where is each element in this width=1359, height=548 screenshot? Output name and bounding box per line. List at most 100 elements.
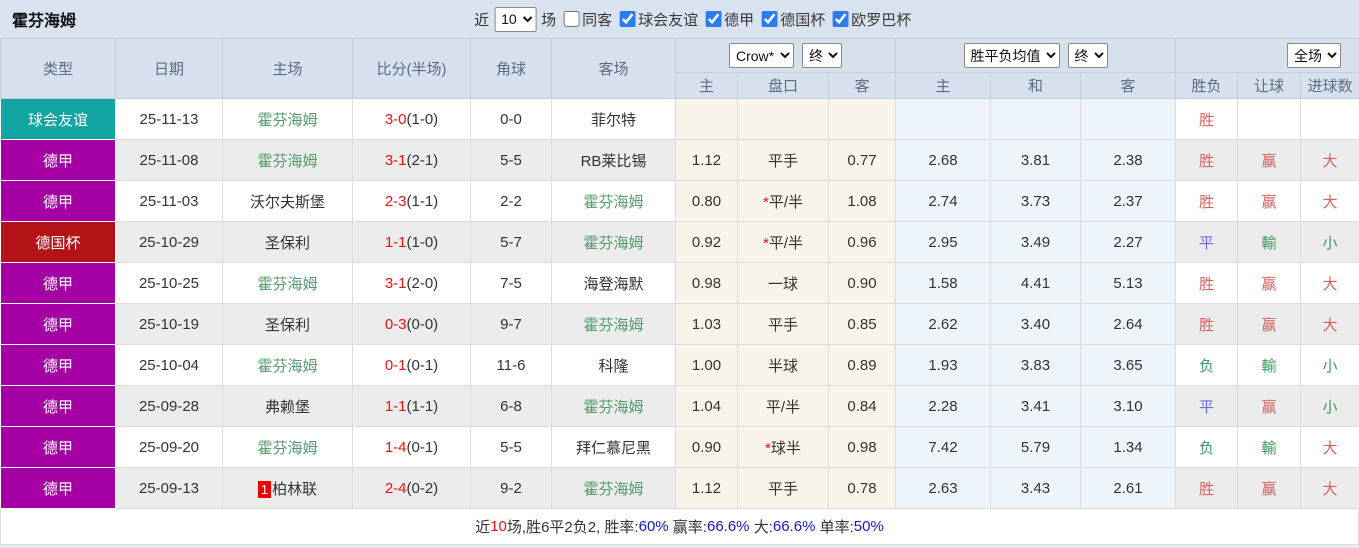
same-venue-checkbox[interactable] <box>563 11 580 27</box>
competition-dfbpokal-checkbox[interactable] <box>761 11 778 27</box>
summary-segment: 大: <box>749 519 773 536</box>
match-date: 25-09-13 <box>115 467 223 509</box>
result-goals: 大 <box>1300 139 1359 181</box>
home-team[interactable]: 弗赖堡 <box>222 385 353 427</box>
avg-state-select[interactable]: 终 <box>1067 43 1108 68</box>
result-wdl: 胜 <box>1175 262 1239 304</box>
competition-europa-checkbox[interactable] <box>832 11 849 27</box>
odds-home: 0.80 <box>675 180 738 222</box>
avg-away: 2.37 <box>1079 180 1177 222</box>
away-team[interactable]: 海登海默 <box>551 262 676 304</box>
col-header-corner: 角球 <box>470 38 552 99</box>
team-title: 霍芬海姆 <box>12 13 77 30</box>
table-row: 德甲 25-11-03 沃尔夫斯堡 2-3(1-1) 2-2 霍芬海姆 0.80 *平/半 1.… <box>0 180 1359 222</box>
subheader-goals: 进球数 <box>1300 72 1359 99</box>
home-team[interactable]: 沃尔夫斯堡 <box>222 180 353 222</box>
avg-type-select[interactable]: 胜平负均值 <box>963 43 1060 68</box>
summary-segment: 50% <box>853 518 884 535</box>
avg-home: 1.58 <box>895 262 991 304</box>
away-team[interactable]: 霍芬海姆 <box>551 303 676 345</box>
avg-draw: 3.83 <box>990 344 1081 386</box>
score: 2-3(1-1) <box>352 180 471 222</box>
table-row: 德甲 25-10-19 圣保利 0-3(0-0) 9-7 霍芬海姆 1.03 平手 0.85 2.… <box>0 303 1359 345</box>
odds-away: 0.90 <box>828 262 896 304</box>
home-team[interactable]: 霍芬海姆 <box>222 98 353 140</box>
away-team[interactable]: 霍芬海姆 <box>551 385 676 427</box>
result-goals: 小 <box>1300 221 1359 263</box>
result-wdl: 负 <box>1175 344 1239 386</box>
score: 3-0(1-0) <box>352 98 471 140</box>
home-team[interactable]: 圣保利 <box>222 303 353 345</box>
away-team[interactable]: 拜仁慕尼黑 <box>551 426 676 468</box>
result-handicap: 赢 <box>1237 385 1302 427</box>
score: 1-1(1-0) <box>352 221 471 263</box>
recent-count-select[interactable]: 10 <box>494 6 537 32</box>
match-history-table: 类型 日期 主场 比分(半场) 角球 客场 Crow* 终 胜平负均值 终 全场… <box>0 38 1359 509</box>
score: 1-4(0-1) <box>352 426 471 468</box>
match-type-cell: 德甲 <box>0 426 116 468</box>
summary-footer: 近 10 场,胜6平2负2, 胜率: 60% 赢率: 66.6% 大: 66.6% 单率:… <box>0 509 1359 545</box>
result-goals: 大 <box>1300 180 1359 222</box>
scope-select[interactable]: 全场 <box>1287 43 1342 68</box>
match-date: 25-09-28 <box>115 385 223 427</box>
match-date: 25-11-08 <box>115 139 223 181</box>
result-handicap: 輸 <box>1237 221 1302 263</box>
match-type-cell: 球会友谊 <box>0 98 116 140</box>
odds-company-state-select[interactable]: 终 <box>802 43 842 68</box>
subheader-avg-home: 主 <box>895 72 991 99</box>
odds-handicap: 平手 <box>737 139 829 181</box>
col-header-home: 主场 <box>222 38 353 99</box>
result-goals: 小 <box>1300 344 1359 386</box>
odds-away: 0.77 <box>828 139 896 181</box>
match-date: 25-10-04 <box>115 344 223 386</box>
home-team[interactable]: 霍芬海姆 <box>222 262 353 304</box>
odds-home: 1.03 <box>675 303 738 345</box>
away-team[interactable]: 霍芬海姆 <box>551 467 676 509</box>
away-team[interactable]: 霍芬海姆 <box>551 221 676 263</box>
corners: 2-2 <box>470 180 552 222</box>
avg-away: 3.10 <box>1079 385 1177 427</box>
home-team[interactable]: 圣保利 <box>222 221 353 263</box>
home-team[interactable]: 霍芬海姆 <box>222 344 353 386</box>
table-row: 德甲 25-09-13 1 柏林联 2-4(0-2) 9-2 霍芬海姆 1.12 平手 0.78 2… <box>0 467 1359 509</box>
away-team[interactable]: RB莱比锡 <box>551 139 676 181</box>
avg-away: 2.64 <box>1079 303 1177 345</box>
col-header-away: 客场 <box>551 38 676 99</box>
away-team[interactable]: 菲尔特 <box>551 98 676 140</box>
match-type-cell: 德甲 <box>0 385 116 427</box>
summary-segment: 66.6% <box>772 518 816 535</box>
top-bar: 霍芬海姆 近 10 场 同客 球会友谊 德甲 德国杯 欧罗巴杯 <box>0 0 1359 38</box>
match-date: 25-10-19 <box>115 303 223 345</box>
competition-friendly-label: 球会友谊 <box>638 11 699 29</box>
result-wdl: 胜 <box>1175 467 1239 509</box>
match-type-cell: 德甲 <box>0 180 116 222</box>
competition-europa-label: 欧罗巴杯 <box>851 11 912 29</box>
odds-home: 1.00 <box>675 344 738 386</box>
score: 2-4(0-2) <box>352 467 471 509</box>
avg-draw: 4.41 <box>990 262 1081 304</box>
odds-home: 0.92 <box>675 221 738 263</box>
odds-company-select[interactable]: Crow* <box>729 43 794 68</box>
home-team[interactable]: 1 柏林联 <box>222 467 353 509</box>
result-wdl: 平 <box>1175 385 1239 427</box>
competition-bundesliga-checkbox[interactable] <box>705 11 722 27</box>
match-date: 25-10-25 <box>115 262 223 304</box>
corners: 5-5 <box>470 426 552 468</box>
home-team[interactable]: 霍芬海姆 <box>222 139 353 181</box>
away-team[interactable]: 科隆 <box>551 344 676 386</box>
result-handicap <box>1237 98 1302 140</box>
match-type-cell: 德国杯 <box>0 221 116 263</box>
avg-draw: 3.81 <box>990 139 1081 181</box>
avg-home: 1.93 <box>895 344 991 386</box>
odds-home <box>675 98 738 140</box>
result-wdl: 胜 <box>1175 303 1239 345</box>
competition-friendly-checkbox[interactable] <box>619 11 636 27</box>
table-row: 德国杯 25-10-29 圣保利 1-1(1-0) 5-7 霍芬海姆 0.92 *平/半 0.9… <box>0 221 1359 263</box>
avg-home <box>895 98 991 140</box>
corners: 5-5 <box>470 139 552 181</box>
subheader-avg-draw: 和 <box>990 72 1081 99</box>
away-team[interactable]: 霍芬海姆 <box>551 180 676 222</box>
result-wdl: 平 <box>1175 221 1239 263</box>
home-team[interactable]: 霍芬海姆 <box>222 426 353 468</box>
result-handicap: 赢 <box>1237 467 1302 509</box>
